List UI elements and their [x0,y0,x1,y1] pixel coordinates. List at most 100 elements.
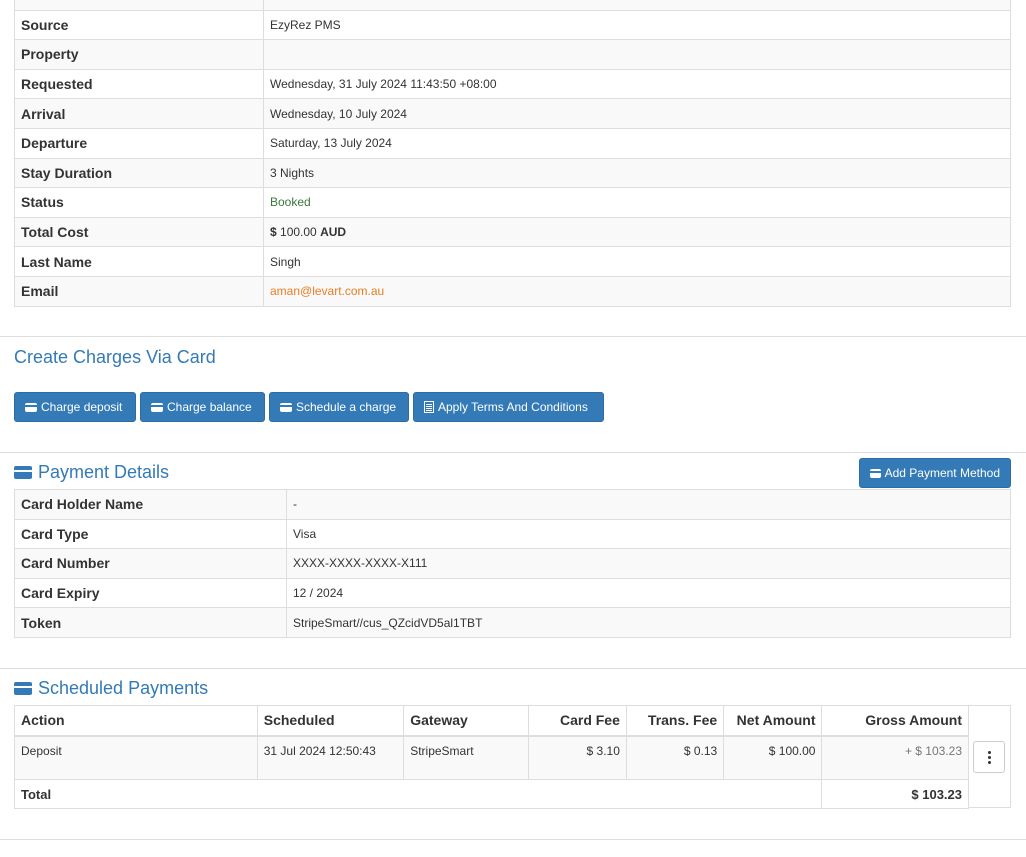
col-header-trans-fee: Trans. Fee [625,705,725,737]
charge-deposit-label: Charge deposit [41,400,123,414]
cell-gateway: StripeSmart [403,735,529,780]
card-expiry-label: Card Expiry [14,577,287,609]
divider [0,336,1026,337]
row-value [263,0,1011,11]
payment-details-title-text: Payment Details [38,462,170,482]
table-row: Card Number XXXX-XXXX-XXXX-X111 [14,548,1011,579]
table-row: Departure Saturday, 13 July 2024 [14,127,1011,159]
table-row: Deposit 31 Jul 2024 12:50:43 StripeSmart… [14,735,969,780]
table-row: Requested Wednesday, 31 July 2024 11:43:… [14,68,1011,100]
total-cost-cell: $ 100.00 AUD [263,216,1011,248]
credit-card-icon [280,402,292,412]
email-label: Email [14,275,264,307]
table-row: Token StripeSmart//cus_QZcidVD5al1TBT [14,607,1011,638]
total-cost-amount: 100.00 [280,225,317,240]
scheduled-payments-title: Scheduled Payments [14,678,208,699]
email-cell: aman@levart.com.au [263,275,1011,307]
apply-terms-button[interactable]: Apply Terms And Conditions [413,392,604,422]
credit-card-icon [25,402,37,412]
charge-balance-label: Charge balance [167,400,252,414]
arrival-value: Wednesday, 10 July 2024 [263,98,1011,129]
cell-gross-amount: + $ 103.23 [821,735,969,780]
table-row: Arrival Wednesday, 10 July 2024 [14,98,1011,129]
total-value: $ 103.23 [821,779,969,809]
kebab-menu-icon [987,755,991,759]
payment-details-table: Card Holder Name - Card Type Visa Card N… [14,489,1011,638]
create-charges-title: Create Charges Via Card [14,347,216,367]
property-value [263,39,1011,70]
cell-scheduled: 31 Jul 2024 12:50:43 [256,735,405,780]
divider [0,668,1026,669]
cell-trans-fee: $ 0.13 [625,735,725,780]
status-cell: Booked [263,187,1011,218]
charge-deposit-button[interactable]: Charge deposit [14,392,136,422]
last-name-value: Singh [263,246,1011,277]
row-actions-button[interactable] [973,741,1005,773]
requested-value: Wednesday, 31 July 2024 11:43:50 +08:00 [263,68,1011,100]
booking-details-table: Source EzyRez PMS Property Requested Wed… [14,0,1011,307]
departure-value: Saturday, 13 July 2024 [263,127,1011,159]
credit-card-icon [14,466,32,479]
divider [0,839,1026,840]
last-name-label: Last Name [14,246,264,277]
card-holder-label: Card Holder Name [14,489,287,520]
add-payment-method-button[interactable]: Add Payment Method [859,458,1011,488]
payment-details-title: Payment Details [14,462,169,483]
col-header-action: Action [14,705,258,737]
status-label: Status [14,187,264,218]
col-header-gateway: Gateway [403,705,529,737]
col-header-net-amount: Net Amount [723,705,823,737]
table-row: Total Cost $ 100.00 AUD [14,216,1011,248]
card-type-value: Visa [286,518,1011,550]
table-row: Source EzyRez PMS [14,9,1011,41]
col-header-gross-amount: Gross Amount [821,705,969,737]
table-row: Property [14,39,1011,70]
cell-net-amount: $ 100.00 [723,735,823,780]
table-row: Card Expiry 12 / 2024 [14,577,1011,609]
scheduled-payments-container: Action Scheduled Gateway Card Fee Trans.… [13,705,1011,809]
requested-label: Requested [14,68,264,100]
total-row: Total $ 103.23 [13,779,969,809]
card-number-label: Card Number [14,548,287,579]
table-header-row: Action Scheduled Gateway Card Fee Trans.… [14,705,969,737]
currency-symbol: $ [270,225,277,240]
stay-duration-value: 3 Nights [263,157,1011,189]
card-expiry-value: 12 / 2024 [286,577,1011,609]
col-header-card-fee: Card Fee [527,705,627,737]
total-label: Total [13,779,823,809]
col-header-scheduled: Scheduled [256,705,405,737]
document-list-icon [424,401,434,413]
table-row: Last Name Singh [14,246,1011,277]
table-row [14,0,1011,11]
source-value: EzyRez PMS [263,9,1011,41]
apply-terms-label: Apply Terms And Conditions [438,400,588,414]
scheduled-payments-table: Action Scheduled Gateway Card Fee Trans.… [13,705,969,809]
card-number-value: XXXX-XXXX-XXXX-X111 [286,548,1011,579]
source-label: Source [14,9,264,41]
schedule-charge-label: Schedule a charge [296,400,397,414]
charge-balance-button[interactable]: Charge balance [140,392,265,422]
table-row: Stay Duration 3 Nights [14,157,1011,189]
token-label: Token [14,607,287,638]
credit-card-icon [14,682,32,695]
credit-card-icon [151,402,163,412]
property-label: Property [14,39,264,70]
table-row: Status Booked [14,187,1011,218]
table-row: Card Holder Name - [14,489,1011,520]
table-row: Email aman@levart.com.au [14,275,1011,307]
stay-duration-label: Stay Duration [14,157,264,189]
status-badge: Booked [270,195,311,210]
cell-card-fee: $ 3.10 [527,735,627,780]
add-payment-method-label: Add Payment Method [884,466,1000,480]
currency-code: AUD [320,225,347,240]
card-holder-value: - [286,489,1011,520]
divider [0,452,1026,453]
credit-card-icon [870,468,881,478]
table-row: Card Type Visa [14,518,1011,550]
card-type-label: Card Type [14,518,287,550]
email-link[interactable]: aman@levart.com.au [270,284,384,298]
departure-label: Departure [14,127,264,159]
schedule-charge-button[interactable]: Schedule a charge [269,392,409,422]
scheduled-payments-title-text: Scheduled Payments [38,678,209,698]
arrival-label: Arrival [14,98,264,129]
